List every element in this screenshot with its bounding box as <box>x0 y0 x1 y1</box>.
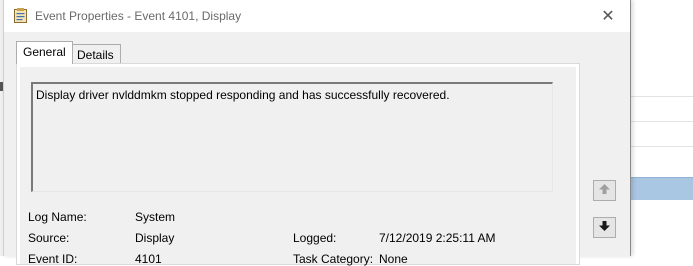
event-id-label: Event ID: <box>28 252 78 266</box>
general-tab-panel: Display driver nvlddmkm stopped respondi… <box>16 63 580 266</box>
log-name-value: System <box>135 210 176 224</box>
source-label: Source: <box>28 231 70 245</box>
event-description-text: Display driver nvlddmkm stopped respondi… <box>36 88 450 102</box>
close-icon: ✕ <box>601 8 615 25</box>
event-description-box[interactable]: Display driver nvlddmkm stopped respondi… <box>31 82 553 192</box>
background-window <box>630 0 693 256</box>
logged-label: Logged: <box>293 231 337 245</box>
background-list-divider <box>630 96 693 97</box>
previous-event-button[interactable] <box>593 180 616 201</box>
general-tab-content: Display driver nvlddmkm stopped respondi… <box>20 67 576 266</box>
tab-details-label: Details <box>77 48 114 62</box>
tab-details[interactable]: Details <box>70 44 121 64</box>
close-button[interactable]: ✕ <box>586 0 630 32</box>
event-properties-dialog: Event Properties - Event 4101, Display ✕… <box>3 0 631 266</box>
event-viewer-icon <box>14 8 28 23</box>
background-selected-row[interactable] <box>630 177 693 200</box>
title-bar[interactable]: Event Properties - Event 4101, Display ✕ <box>4 0 630 32</box>
logged-value: 7/12/2019 2:25:11 AM <box>379 231 496 245</box>
arrow-down-icon <box>598 220 611 235</box>
tab-general[interactable]: General <box>16 41 73 64</box>
source-value: Display <box>135 231 175 245</box>
next-event-button[interactable] <box>593 217 616 238</box>
arrow-up-icon <box>598 183 611 198</box>
tab-general-label: General <box>23 45 66 59</box>
background-list-divider <box>630 146 693 147</box>
log-name-label: Log Name: <box>28 210 87 224</box>
task-category-value: None <box>379 252 408 266</box>
background-list-divider <box>630 121 693 122</box>
event-id-value: 4101 <box>135 252 162 266</box>
window-title: Event Properties - Event 4101, Display <box>35 9 242 23</box>
task-category-label: Task Category: <box>293 252 374 266</box>
